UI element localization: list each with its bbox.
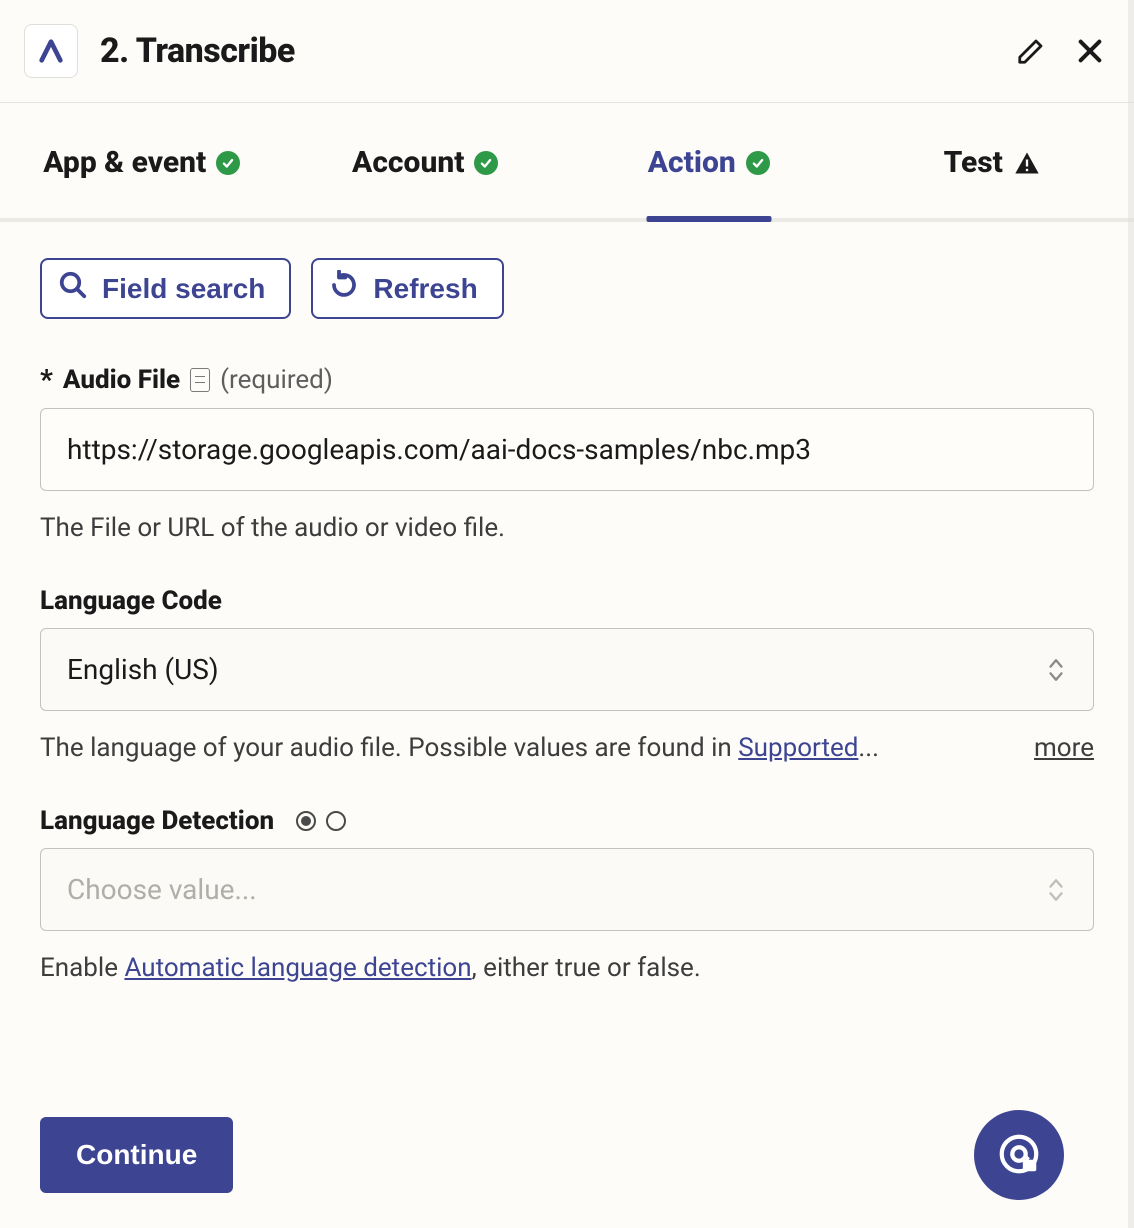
field-language-detection: Language Detection Choose value... Enabl… bbox=[40, 806, 1094, 986]
select-value: English (US) bbox=[67, 653, 219, 686]
check-icon bbox=[474, 151, 498, 175]
refresh-icon bbox=[329, 270, 359, 307]
tab-label: Account bbox=[352, 145, 464, 180]
tab-label: Action bbox=[648, 145, 736, 180]
field-audio-file: * Audio File (required) The File or URL … bbox=[40, 363, 1094, 546]
tab-label: App & event bbox=[43, 145, 206, 180]
required-asterisk: * bbox=[40, 363, 53, 396]
button-label: Field search bbox=[102, 273, 265, 305]
language-code-select[interactable]: English (US) bbox=[40, 628, 1094, 711]
field-label: Language Code bbox=[40, 586, 222, 616]
tab-test[interactable]: Test bbox=[851, 103, 1134, 218]
tab-label: Test bbox=[944, 145, 1003, 180]
field-label: Language Detection bbox=[40, 806, 274, 836]
close-icon[interactable] bbox=[1074, 35, 1106, 67]
help-text: Enable Automatic language detection, eit… bbox=[40, 951, 1094, 986]
more-link[interactable]: more bbox=[1034, 733, 1094, 763]
help-text: The File or URL of the audio or video fi… bbox=[40, 511, 1094, 546]
support-icon bbox=[996, 1131, 1042, 1180]
tab-account[interactable]: Account bbox=[284, 103, 568, 218]
panel-header: 2. Transcribe bbox=[0, 0, 1134, 103]
page-title: 2. Transcribe bbox=[100, 31, 1016, 71]
refresh-button[interactable]: Refresh bbox=[311, 258, 503, 319]
chevron-up-down-icon bbox=[1045, 657, 1067, 683]
radio-option-off[interactable] bbox=[326, 811, 346, 831]
help-text: The language of your audio file. Possibl… bbox=[40, 731, 1010, 766]
field-label: Audio File bbox=[63, 365, 180, 395]
warning-icon bbox=[1013, 149, 1041, 177]
auto-detect-link[interactable]: Automatic language detection bbox=[124, 953, 471, 983]
continue-button[interactable]: Continue bbox=[40, 1117, 233, 1193]
tab-action[interactable]: Action bbox=[567, 103, 851, 218]
check-icon bbox=[216, 151, 240, 175]
field-search-button[interactable]: Field search bbox=[40, 258, 291, 319]
form-content: Field search Refresh * Audio File (requi… bbox=[0, 222, 1134, 1050]
check-icon bbox=[746, 151, 770, 175]
tab-bar: App & event Account Action Test bbox=[0, 103, 1134, 222]
chevron-up-down-icon bbox=[1045, 877, 1067, 903]
search-icon bbox=[58, 270, 88, 307]
edit-icon[interactable] bbox=[1016, 36, 1046, 66]
file-icon bbox=[190, 368, 210, 392]
supported-link[interactable]: Supported bbox=[738, 733, 858, 763]
select-placeholder: Choose value... bbox=[67, 873, 257, 906]
required-text: (required) bbox=[220, 365, 333, 395]
button-label: Refresh bbox=[373, 273, 477, 305]
scrollbar-track[interactable] bbox=[1128, 0, 1134, 1228]
app-logo-icon bbox=[24, 24, 78, 78]
language-detection-select[interactable]: Choose value... bbox=[40, 848, 1094, 931]
footer-bar: Continue bbox=[0, 1086, 1134, 1228]
tab-app-event[interactable]: App & event bbox=[0, 103, 284, 218]
help-fab-button[interactable] bbox=[974, 1110, 1064, 1200]
field-language-code: Language Code English (US) The language … bbox=[40, 586, 1094, 766]
audio-file-input[interactable] bbox=[40, 408, 1094, 491]
radio-option-on[interactable] bbox=[296, 811, 316, 831]
